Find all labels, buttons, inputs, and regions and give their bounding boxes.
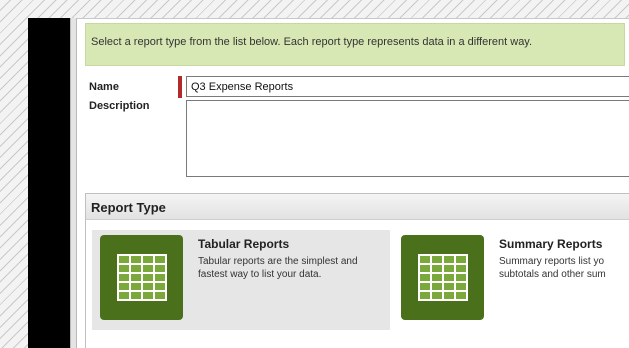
- summary-reports-title: Summary Reports: [499, 237, 603, 251]
- report-type-section: Report Type Tabular Reports Tabular repo…: [85, 193, 629, 348]
- info-banner-text: Select a report type from the list below…: [91, 36, 533, 48]
- table-grid-icon: [401, 235, 484, 320]
- report-option-tabular[interactable]: Tabular Reports Tabular reports are the …: [92, 230, 390, 330]
- name-label: Name: [89, 81, 119, 93]
- new-report-panel: Select a report type from the list below…: [76, 18, 629, 348]
- info-banner: Select a report type from the list below…: [85, 23, 625, 66]
- tabular-reports-title: Tabular Reports: [198, 237, 290, 251]
- report-type-header: Report Type: [86, 194, 629, 220]
- tabular-reports-description: Tabular reports are the simplest and fas…: [198, 256, 358, 280]
- report-type-title: Report Type: [91, 200, 166, 215]
- name-input[interactable]: [186, 76, 629, 97]
- left-black-bar: [28, 18, 70, 348]
- description-textarea[interactable]: [186, 100, 629, 177]
- table-grid-icon: [100, 235, 183, 320]
- report-option-summary[interactable]: Summary Reports Summary reports list yo …: [393, 230, 629, 330]
- summary-reports-description: Summary reports list yo subtotals and ot…: [499, 256, 606, 280]
- description-label: Description: [89, 100, 150, 112]
- required-marker: [178, 76, 182, 98]
